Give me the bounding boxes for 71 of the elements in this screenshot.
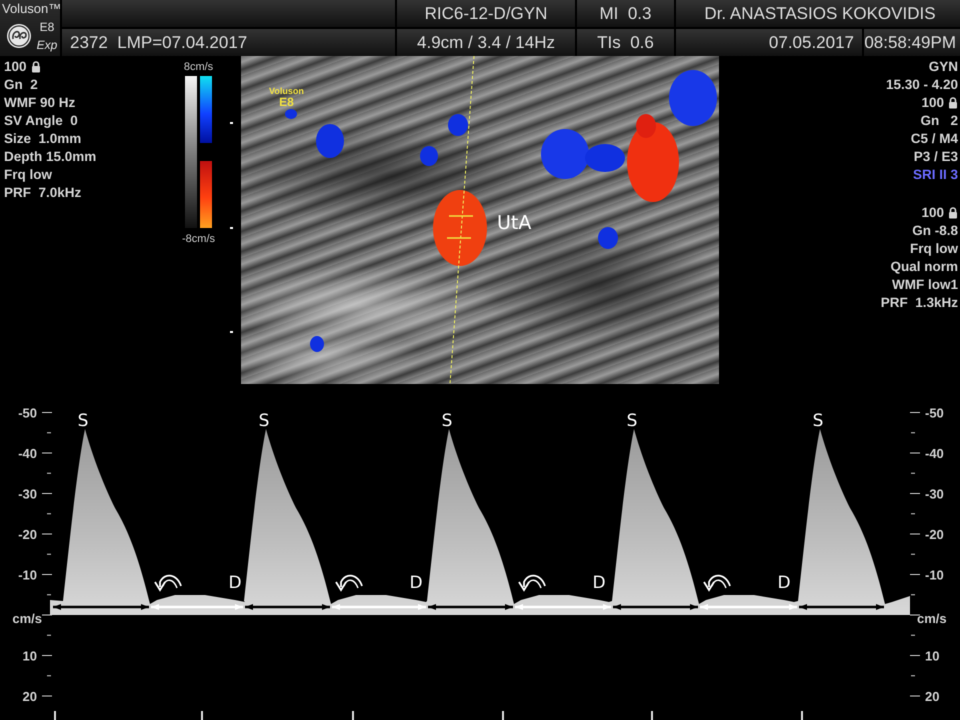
parameter-text: PRF 7.0kHz [4,184,82,202]
model-name: E8 [38,19,56,36]
parameter-text: Gn 2 [4,76,38,94]
scale-max-label: 8cm/s [184,60,214,74]
vessel-label: UtA [497,212,532,234]
probe-name: RIC6-12-D/GYN [397,0,575,27]
axis-tick-label: -10 [18,568,37,582]
peak-label: S [812,411,824,431]
parameter-text: 100 [921,94,944,112]
diastole-label: D [777,573,791,593]
curved-arrow-icon [335,574,363,592]
peak-label: S [442,411,452,431]
parameter-text: WMF low1 [892,276,958,294]
exam-date: 07.05.2017 [676,29,862,56]
axis-tick-label: 10 [22,648,37,664]
parameter-text: Frq low [4,166,52,184]
diastole-label: D [228,573,242,593]
curved-arrow-icon [703,574,731,592]
depth-tick [230,122,233,124]
brand-name: Voluson™ [2,0,58,18]
axis-tick-label: -20 [18,527,37,542]
scale-min-label: -8cm/s [182,232,215,246]
peak-label: S [626,411,638,431]
patient-info: 2372 LMP=07.04.2017 [62,29,395,56]
parameter-text: GYN [928,58,958,76]
parameter-text: P3 / E3 [914,148,958,166]
axis-tick-label: -10 [925,568,944,582]
diastole-label: D [592,573,606,593]
diastole-label: D [409,573,423,593]
axis-tick-label: cm/s [12,611,42,626]
depth-tick [230,227,233,229]
round-logo-icon [6,23,32,49]
curved-arrow-icon [154,574,182,592]
operator-name: Dr. ANASTASIOS KOKOVIDIS [676,0,960,27]
parameter-text: Gn -8.8 [912,222,958,240]
parameter-text: SRI II 3 [912,166,958,184]
parameter-text: 15.30 - 4.20 [886,76,958,94]
peak-label: S [78,411,88,431]
axis-tick-label: -30 [925,486,944,502]
axis-tick-label: -20 [925,527,944,542]
axis-tick-label: 20 [22,689,37,704]
axis-tick-label: cm/s [917,611,947,626]
axis-tick-label: -30 [18,486,37,502]
parameter-text: Size 1.0mm [4,130,82,148]
axis-tick-label: -40 [925,446,944,461]
curved-arrow-icon [518,574,546,592]
depth-tick [230,331,233,333]
parameter-text: Qual norm [890,258,958,276]
parameter-text: SV Angle 0 [4,112,78,130]
parameter-text: WMF 90 Hz [4,94,76,112]
sample-gate-icon [447,215,473,239]
axis-tick-label: -50 [925,406,944,420]
parameter-text: C5 / M4 [910,130,958,148]
parameter-text: 100 [4,58,27,76]
parameter-text: PRF 1.3kHz [880,294,958,312]
exam-time: 08:58:49PM [864,29,960,56]
parameter-text: Gn 2 [920,112,958,130]
parameter-text: Frq low [910,240,958,258]
peak-label: S [258,411,270,431]
parameter-text: 100 [921,204,944,222]
overlay-label: Voluson [269,86,304,96]
edition-name: Exp [36,37,58,54]
axis-tick-label: 10 [925,648,940,664]
axis-tick-label: -50 [18,406,37,420]
mi-value: MI 0.3 [577,0,674,27]
depth-info: 4.9cm / 3.4 / 14Hz [397,29,575,56]
axis-tick-label: -40 [18,446,37,461]
overlay-label: E8 [279,96,294,109]
tis-value: TIs 0.6 [577,29,674,56]
parameter-text: Depth 15.0mm [4,148,96,166]
axis-tick-label: 20 [925,689,940,704]
